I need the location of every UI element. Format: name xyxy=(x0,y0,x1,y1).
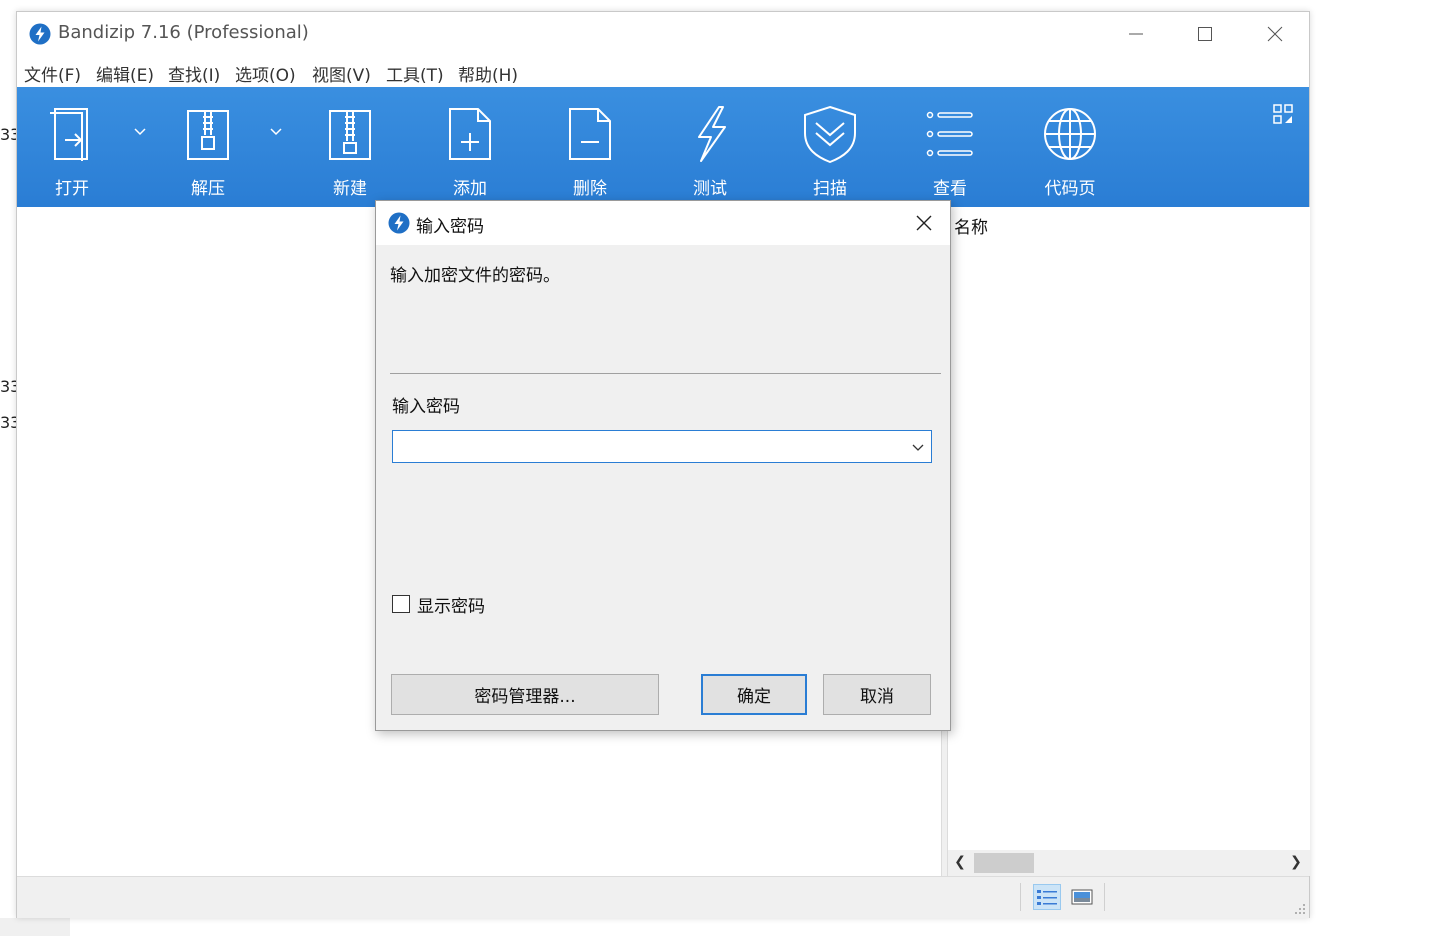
image-preview-icon xyxy=(1071,889,1093,905)
tool-open-label: 打开 xyxy=(55,179,89,199)
layout-grid-icon[interactable] xyxy=(1273,104,1293,124)
ok-button[interactable]: 确定 xyxy=(701,674,807,715)
tool-scan-button[interactable]: 扫描 xyxy=(780,87,880,207)
status-separator xyxy=(1020,883,1021,911)
codepage-globe-icon xyxy=(1044,108,1096,160)
horizontal-scrollbar[interactable]: ❮ ❯ xyxy=(948,850,1310,876)
delete-file-icon xyxy=(569,108,611,160)
scan-shield-icon xyxy=(804,105,856,163)
show-password-checkbox[interactable] xyxy=(392,595,410,613)
tool-test-label: 测试 xyxy=(693,179,727,199)
chevron-down-icon[interactable] xyxy=(133,125,147,139)
scrollbar-thumb[interactable] xyxy=(974,853,1034,873)
chevron-down-icon[interactable] xyxy=(911,440,925,454)
background-panel xyxy=(0,918,70,936)
tool-codepage-label: 代码页 xyxy=(1044,179,1096,199)
menu-options[interactable]: 选项(O) xyxy=(235,61,296,86)
maximize-button[interactable] xyxy=(1182,18,1228,50)
tool-scan-label: 扫描 xyxy=(813,179,847,199)
tool-new-label: 新建 xyxy=(333,179,367,199)
dialog-description: 输入加密文件的密码。 xyxy=(390,266,560,286)
view-list-icon xyxy=(926,111,973,157)
file-list-pane[interactable]: 名称 ❮ ❯ xyxy=(948,207,1310,876)
tool-delete-label: 删除 xyxy=(573,179,607,199)
tool-view-button[interactable]: 查看 xyxy=(900,87,1000,207)
scroll-right-icon[interactable]: ❯ xyxy=(1288,854,1304,872)
title-bar[interactable]: Bandizip 7.16 (Professional) xyxy=(17,12,1309,56)
details-view-icon xyxy=(1037,890,1057,905)
dialog-title-bar[interactable]: 输入密码 xyxy=(376,201,950,245)
tool-view-label: 查看 xyxy=(933,179,967,199)
show-password-option[interactable]: 显示密码 xyxy=(392,592,485,617)
bandizip-logo-icon xyxy=(29,23,51,45)
menu-tools[interactable]: 工具(T) xyxy=(386,61,444,86)
status-separator xyxy=(1104,883,1105,911)
tool-delete-button[interactable]: 删除 xyxy=(540,87,640,207)
tool-add-button[interactable]: 添加 xyxy=(420,87,520,207)
dialog-close-button[interactable] xyxy=(908,207,940,239)
column-header-name[interactable]: 名称 xyxy=(954,213,988,238)
password-dialog: 输入密码 输入加密文件的密码。 输入密码 显示密码 密码管理器... 确定 取消 xyxy=(375,200,951,731)
minimize-icon xyxy=(1129,33,1143,35)
password-label: 输入密码 xyxy=(392,397,460,417)
scroll-left-icon[interactable]: ❮ xyxy=(952,854,968,872)
tool-codepage-button[interactable]: 代码页 xyxy=(1020,87,1120,207)
tool-open-button[interactable]: 打开 xyxy=(22,87,122,207)
preview-view-button[interactable] xyxy=(1068,884,1096,910)
password-combobox[interactable] xyxy=(392,430,932,463)
new-archive-icon xyxy=(329,110,371,160)
tool-extract-button[interactable]: 解压 xyxy=(158,87,258,207)
dialog-divider xyxy=(390,373,941,374)
maximize-icon xyxy=(1198,27,1212,41)
status-bar xyxy=(17,876,1309,918)
window-title: Bandizip 7.16 (Professional) xyxy=(58,22,309,43)
menu-bar: 文件(F) 编辑(E) 查找(I) 选项(O) 视图(V) 工具(T) 帮助(H… xyxy=(17,56,1309,87)
bandizip-logo-icon xyxy=(388,212,410,234)
password-input[interactable] xyxy=(397,435,901,460)
tool-add-label: 添加 xyxy=(453,179,487,199)
tool-new-button[interactable]: 新建 xyxy=(300,87,400,207)
open-archive-icon xyxy=(50,108,88,161)
menu-view[interactable]: 视图(V) xyxy=(312,61,371,86)
cancel-button[interactable]: 取消 xyxy=(823,674,931,715)
menu-find[interactable]: 查找(I) xyxy=(168,61,220,86)
chevron-down-icon[interactable] xyxy=(269,125,283,139)
extract-icon xyxy=(187,110,229,160)
resize-grip-icon[interactable] xyxy=(1292,901,1306,915)
test-lightning-icon xyxy=(698,106,726,162)
show-password-label[interactable]: 显示密码 xyxy=(417,592,485,617)
password-manager-button[interactable]: 密码管理器... xyxy=(391,674,659,715)
close-icon xyxy=(1267,26,1283,42)
dialog-title: 输入密码 xyxy=(416,217,484,237)
menu-file[interactable]: 文件(F) xyxy=(24,61,81,86)
menu-edit[interactable]: 编辑(E) xyxy=(96,61,154,86)
close-button[interactable] xyxy=(1252,18,1298,50)
toolbar: 打开 解压 新建 添加 删除 测试 扫描 查看 代码页 xyxy=(17,87,1309,207)
details-view-button[interactable] xyxy=(1033,884,1061,910)
tool-test-button[interactable]: 测试 xyxy=(660,87,760,207)
minimize-button[interactable] xyxy=(1113,18,1159,50)
add-file-icon xyxy=(449,108,491,160)
tool-extract-label: 解压 xyxy=(191,179,225,199)
close-icon xyxy=(916,215,932,231)
menu-help[interactable]: 帮助(H) xyxy=(458,61,518,86)
